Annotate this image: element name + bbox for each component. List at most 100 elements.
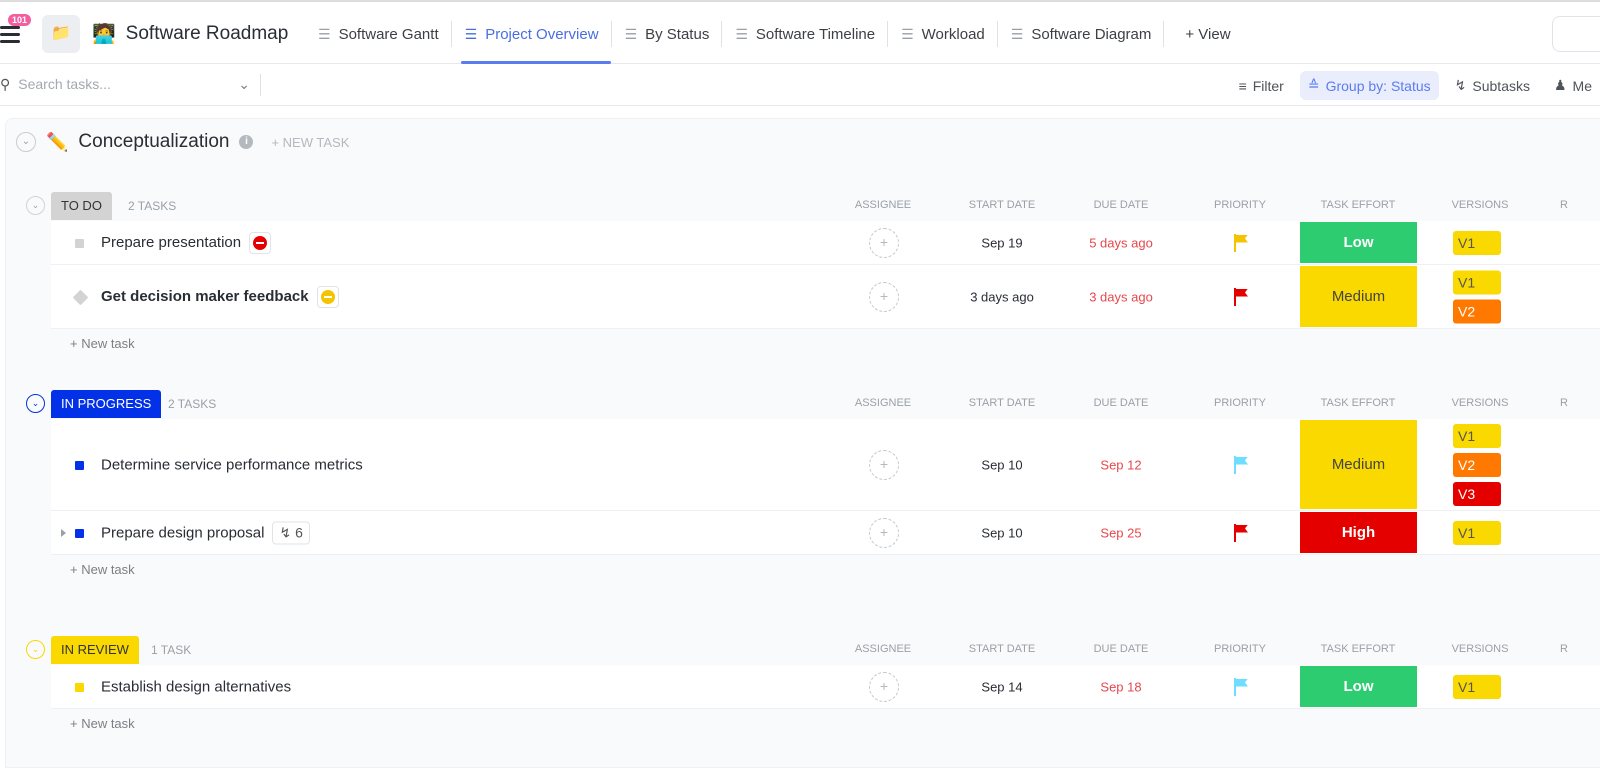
collapse-list-icon[interactable]: ⌄ <box>16 132 36 152</box>
chevron-down-icon[interactable]: ⌄ <box>238 76 250 93</box>
collapse-group-icon[interactable]: ⌄ <box>26 394 45 413</box>
task-effort[interactable]: Low <box>1300 222 1417 263</box>
versions-cell[interactable]: V1 V2 V3 <box>1453 423 1501 506</box>
start-date[interactable]: Sep 10 <box>981 525 1022 540</box>
add-task-button[interactable]: + New task <box>70 709 1600 739</box>
column-header-versions[interactable]: VERSIONS <box>1452 397 1509 409</box>
version-tag[interactable]: V2 <box>1453 299 1501 323</box>
task-row[interactable]: Prepare design proposal ↯ 6 + Sep 10 Sep … <box>51 511 1600 555</box>
collapse-group-icon[interactable]: ⌄ <box>26 640 45 659</box>
status-square-icon[interactable] <box>75 528 84 538</box>
expand-caret-icon[interactable] <box>61 528 66 537</box>
task-effort[interactable]: Medium <box>1300 420 1417 509</box>
due-date[interactable]: Sep 25 <box>1100 525 1141 540</box>
column-header-start[interactable]: START DATE <box>969 643 1035 655</box>
column-header-priority[interactable]: PRIORITY <box>1214 199 1266 211</box>
tab-workload[interactable]: ☰ Workload <box>888 2 997 66</box>
info-icon[interactable]: i <box>239 135 254 149</box>
waiting-icon[interactable] <box>316 285 339 308</box>
add-assignee-icon[interactable]: + <box>869 449 899 480</box>
due-date[interactable]: 5 days ago <box>1089 235 1153 250</box>
version-tag[interactable]: V1 <box>1453 520 1501 545</box>
status-square-icon[interactable] <box>75 460 84 470</box>
column-header-due[interactable]: DUE DATE <box>1094 199 1149 211</box>
priority-flag-icon[interactable] <box>1234 455 1248 474</box>
start-date[interactable]: Sep 10 <box>981 457 1022 472</box>
task-name[interactable]: Get decision maker feedback <box>101 288 309 305</box>
column-header-r[interactable]: R <box>1560 199 1568 211</box>
versions-cell[interactable]: V1 <box>1453 674 1501 699</box>
version-tag[interactable]: V3 <box>1453 481 1501 506</box>
priority-flag-icon[interactable] <box>1234 677 1248 696</box>
column-header-effort[interactable]: TASK EFFORT <box>1321 643 1396 655</box>
version-tag[interactable]: V1 <box>1453 674 1501 699</box>
task-row[interactable]: Determine service performance metrics + … <box>51 419 1600 511</box>
due-date[interactable]: Sep 18 <box>1100 679 1141 694</box>
tab-software-timeline[interactable]: ☰ Software Timeline <box>722 2 887 66</box>
add-assignee-icon[interactable]: + <box>869 227 899 258</box>
start-date[interactable]: Sep 19 <box>981 235 1022 250</box>
add-task-button[interactable]: + New task <box>70 329 1600 359</box>
me-button[interactable]: ♟ Me <box>1546 71 1600 100</box>
column-header-versions[interactable]: VERSIONS <box>1452 643 1509 655</box>
task-effort[interactable]: Medium <box>1300 266 1417 327</box>
tab-software-gantt[interactable]: ☰ Software Gantt <box>305 2 451 66</box>
column-header-effort[interactable]: TASK EFFORT <box>1321 397 1396 409</box>
folder-icon[interactable]: 📁 <box>42 15 80 53</box>
start-date[interactable]: Sep 14 <box>981 679 1022 694</box>
blocked-icon[interactable] <box>249 231 272 254</box>
task-name[interactable]: Prepare design proposal <box>101 524 264 541</box>
task-name[interactable]: Prepare presentation <box>101 234 241 251</box>
column-header-assignee[interactable]: ASSIGNEE <box>855 643 911 655</box>
tab-project-overview[interactable]: ☰ Project Overview <box>452 2 611 66</box>
start-date[interactable]: 3 days ago <box>970 289 1034 304</box>
column-header-priority[interactable]: PRIORITY <box>1214 397 1266 409</box>
task-row[interactable]: Prepare presentation + Sep 19 5 days ago… <box>51 221 1600 265</box>
menu-icon[interactable] <box>0 26 20 47</box>
column-header-due[interactable]: DUE DATE <box>1094 643 1149 655</box>
column-header-effort[interactable]: TASK EFFORT <box>1321 199 1396 211</box>
task-row[interactable]: Establish design alternatives + Sep 14 S… <box>51 665 1600 709</box>
version-tag[interactable]: V1 <box>1453 423 1501 448</box>
tab-by-status[interactable]: ☰ By Status <box>612 2 722 66</box>
priority-flag-icon[interactable] <box>1234 233 1248 252</box>
column-header-assignee[interactable]: ASSIGNEE <box>855 397 911 409</box>
new-task-button[interactable]: + NEW TASK <box>271 135 349 150</box>
column-header-priority[interactable]: PRIORITY <box>1214 643 1266 655</box>
status-square-icon[interactable] <box>72 289 89 305</box>
versions-cell[interactable]: V1 <box>1453 520 1501 545</box>
subtask-count[interactable]: ↯ 6 <box>272 521 310 544</box>
due-date[interactable]: Sep 12 <box>1100 457 1141 472</box>
add-assignee-icon[interactable]: + <box>869 517 899 548</box>
task-effort[interactable]: Low <box>1300 666 1417 707</box>
task-effort[interactable]: High <box>1300 512 1417 553</box>
filter-button[interactable]: ≡ Filter <box>1231 72 1292 100</box>
column-header-start[interactable]: START DATE <box>969 199 1035 211</box>
add-view-button[interactable]: + View <box>1172 2 1242 66</box>
version-tag[interactable]: V2 <box>1453 452 1501 477</box>
status-square-icon[interactable] <box>75 238 84 248</box>
column-header-assignee[interactable]: ASSIGNEE <box>855 199 911 211</box>
due-date[interactable]: 3 days ago <box>1089 289 1153 304</box>
task-name[interactable]: Determine service performance metrics <box>101 456 363 473</box>
column-header-due[interactable]: DUE DATE <box>1094 397 1149 409</box>
version-tag[interactable]: V1 <box>1453 230 1501 255</box>
column-header-versions[interactable]: VERSIONS <box>1452 199 1509 211</box>
priority-flag-icon[interactable] <box>1234 287 1248 306</box>
column-header-r[interactable]: R <box>1560 643 1568 655</box>
status-square-icon[interactable] <box>75 682 84 692</box>
versions-cell[interactable]: V1 V2 <box>1453 270 1501 323</box>
versions-cell[interactable]: V1 <box>1453 230 1501 255</box>
group-by-button[interactable]: ≙ Group by: Status <box>1299 71 1439 100</box>
collapse-group-icon[interactable]: ⌄ <box>26 196 45 215</box>
add-task-button[interactable]: + New task <box>70 555 1600 585</box>
priority-flag-icon[interactable] <box>1234 523 1248 542</box>
task-name[interactable]: Establish design alternatives <box>101 678 291 695</box>
search-input[interactable]: ⚲ Search tasks... ⌄ <box>0 76 250 93</box>
subtasks-button[interactable]: ↯ Subtasks <box>1447 71 1538 100</box>
task-row[interactable]: Get decision maker feedback + 3 days ago… <box>51 265 1600 329</box>
tab-software-diagram[interactable]: ☰ Software Diagram <box>998 2 1164 66</box>
column-header-r[interactable]: R <box>1560 397 1568 409</box>
column-header-start[interactable]: START DATE <box>969 397 1035 409</box>
share-button[interactable] <box>1552 16 1600 52</box>
